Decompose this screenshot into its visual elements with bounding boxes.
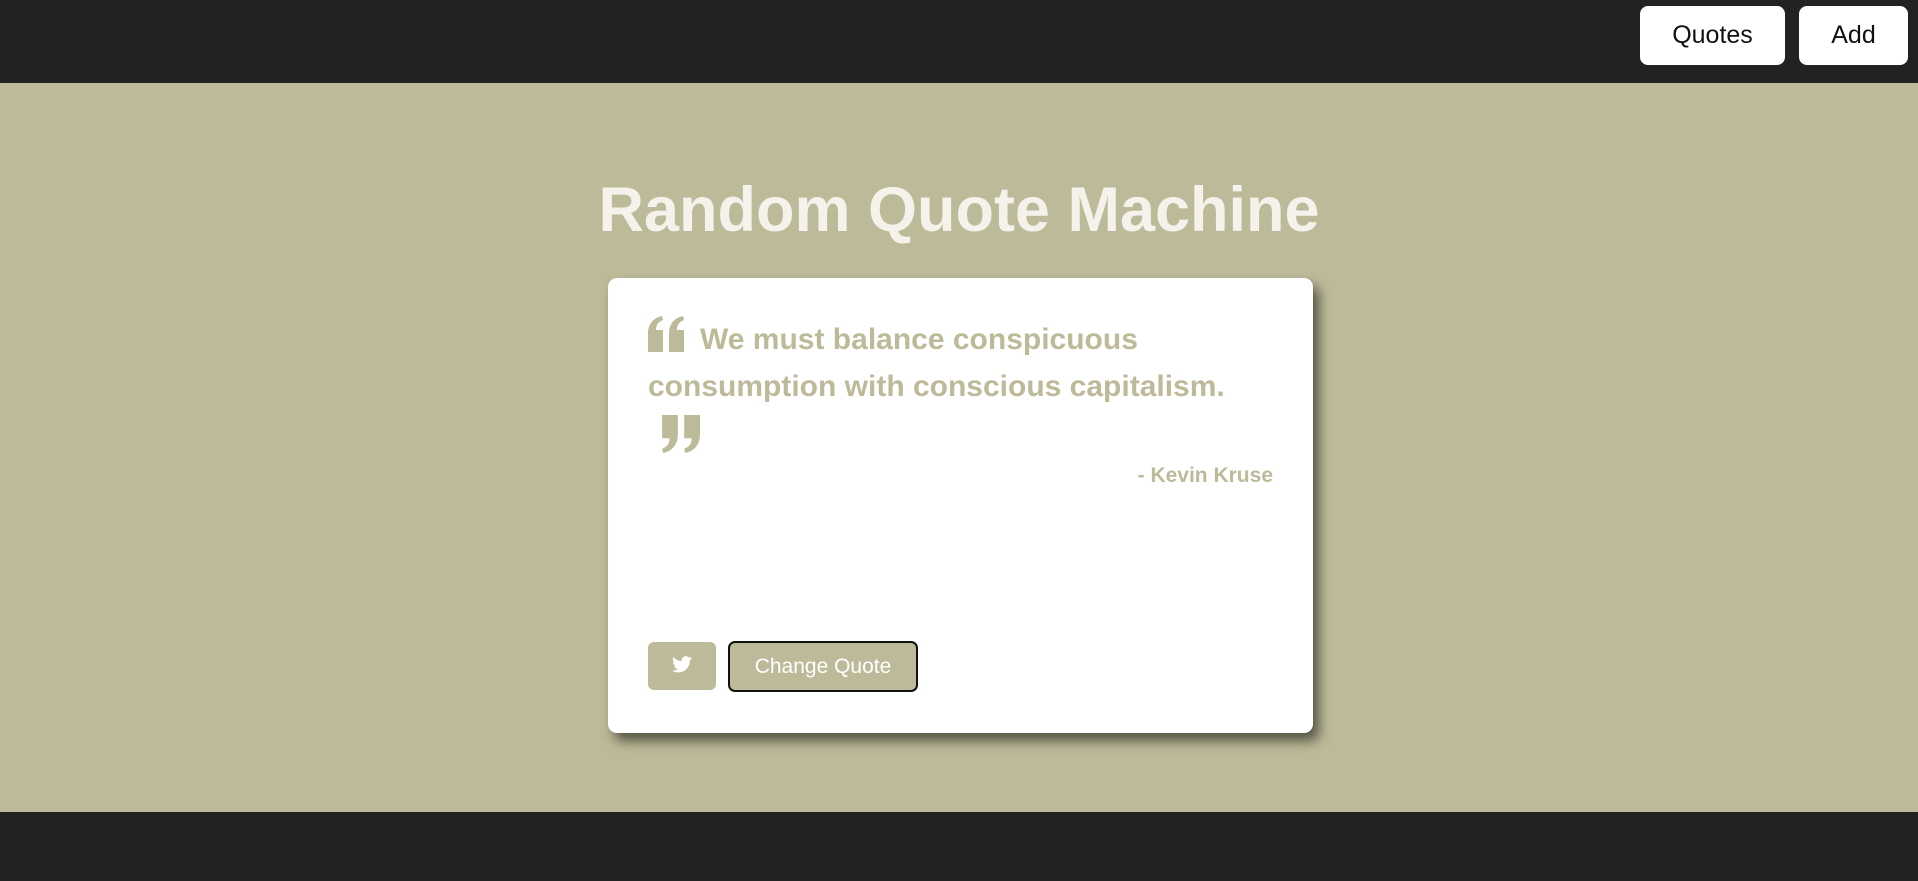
- top-navbar: Quotes Add: [0, 0, 1918, 83]
- quote-body: We must balance conspicuous consumption …: [648, 316, 1268, 453]
- page-title: Random Quote Machine: [598, 175, 1320, 245]
- footer-bar: [0, 812, 1918, 881]
- tweet-button[interactable]: [648, 642, 716, 690]
- quote-text: We must balance conspicuous consumption …: [648, 323, 1225, 403]
- add-nav-button[interactable]: Add: [1799, 6, 1908, 65]
- quote-right-icon: [660, 415, 1268, 453]
- twitter-icon: [672, 656, 692, 676]
- change-quote-button[interactable]: Change Quote: [728, 641, 918, 692]
- quote-author: - Kevin Kruse: [1137, 464, 1273, 487]
- quote-left-icon: [648, 316, 686, 365]
- quotes-nav-button[interactable]: Quotes: [1640, 6, 1785, 65]
- quote-card: We must balance conspicuous consumption …: [608, 278, 1313, 733]
